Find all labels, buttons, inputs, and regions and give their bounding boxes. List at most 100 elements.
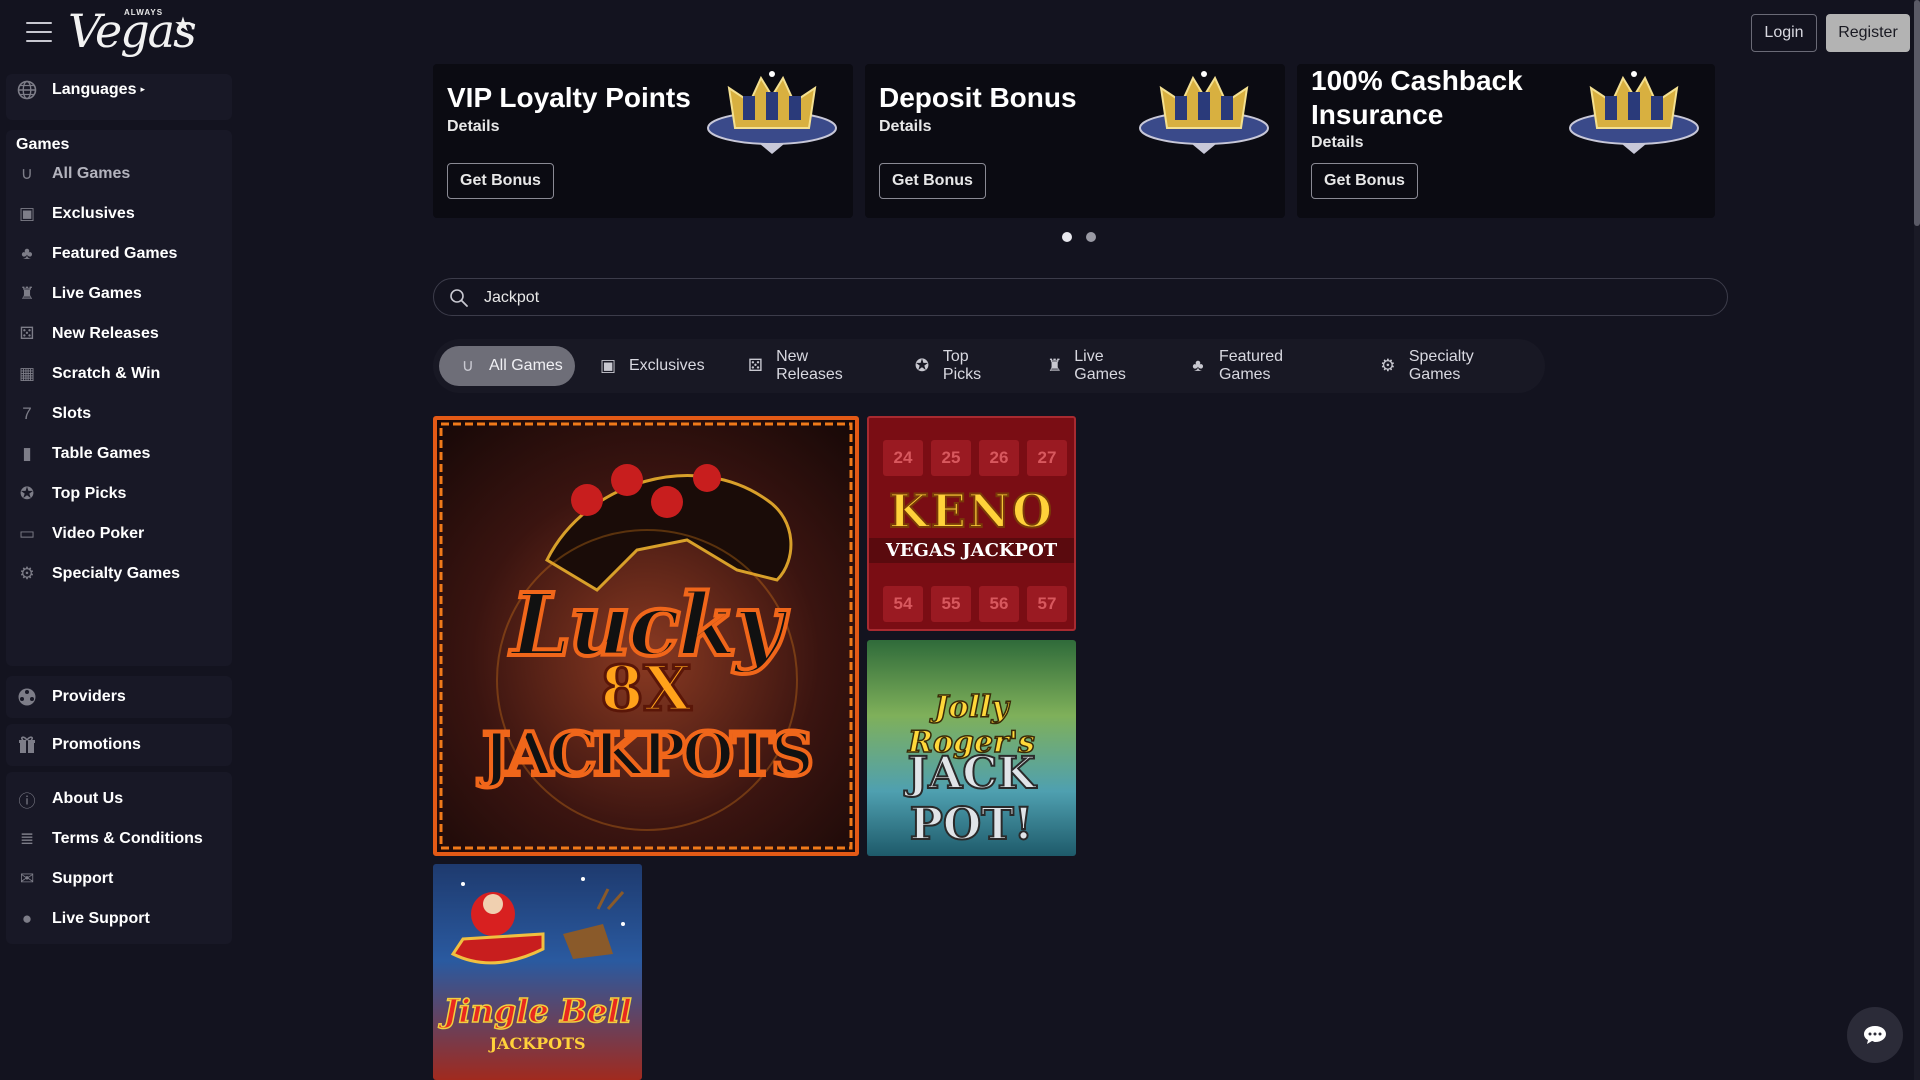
sidebar-item-label: Table Games (52, 445, 151, 462)
sidebar-item-live-games[interactable]: ♜ Live Games (10, 274, 226, 314)
exclusive-icon: ▣ (599, 356, 617, 375)
sidebar-item-slots[interactable]: 7 Slots (10, 394, 226, 434)
chat-bubble-icon (1864, 1026, 1886, 1044)
seven-icon: 7 (22, 404, 32, 423)
star-icon: ★ (174, 14, 192, 36)
tab-featured-games[interactable]: ♣ Featured Games (1169, 346, 1339, 386)
game-subtitle: VEGAS JACKPOT (869, 538, 1074, 563)
dealer-icon: ♜ (19, 284, 35, 303)
menu-icon[interactable] (26, 22, 52, 42)
tab-top-picks[interactable]: ✪ Top Picks (893, 346, 1011, 386)
sidebar-item-label: New Releases (52, 325, 159, 342)
sidebar-item-label: Support (52, 870, 114, 887)
tab-label: Featured Games (1218, 348, 1284, 383)
get-bonus-button[interactable]: Get Bonus (1311, 163, 1418, 199)
game-title: JACKPOTS (480, 718, 816, 792)
horseshoe-icon: ∪ (461, 356, 475, 375)
languages-menu[interactable]: Languages ▸ (10, 70, 226, 110)
sidebar-item-scratch-win[interactable]: ▦ Scratch & Win (10, 354, 226, 394)
sidebar-item-new-releases[interactable]: ⚄ New Releases (10, 314, 226, 354)
sidebar-item-label: Video Poker (52, 525, 145, 542)
promo-card: 100% Cashback Insurance Details Get Bonus (1297, 64, 1715, 218)
tab-new-releases[interactable]: ⚄ New Releases (727, 346, 875, 386)
ribbon-icon: ✪ (914, 356, 930, 375)
dice-icon: ⚄ (19, 324, 35, 343)
register-button[interactable]: Register (1826, 14, 1910, 52)
sidebar-item-label: Live Support (52, 910, 150, 927)
sidebar-item-video-poker[interactable]: ▭ Video Poker (10, 514, 226, 554)
gear-icon: ⚙ (19, 564, 35, 583)
promo-details-link[interactable]: Details (879, 118, 931, 136)
sidebar-item-top-picks[interactable]: ✪ Top Picks (10, 474, 226, 514)
login-button[interactable]: Login (1751, 14, 1817, 52)
get-bonus-button[interactable]: Get Bonus (879, 163, 986, 199)
game-title: Jingle Bell (443, 991, 633, 1031)
carousel-dot[interactable] (1086, 232, 1096, 242)
keno-number: 55 (931, 586, 971, 622)
exclusive-icon: ▣ (18, 204, 36, 223)
promo-details-link[interactable]: Details (447, 118, 499, 136)
languages-label: Languages (52, 81, 137, 98)
sidebar-item-support[interactable]: ✉ Support (10, 859, 226, 899)
sidebar-item-label: Scratch & Win (52, 365, 161, 382)
game-tile-jingle-bell-jackpots[interactable]: Jingle Bell JACKPOTS (433, 864, 642, 1080)
sidebar-item-label: Slots (52, 405, 92, 422)
sidebar-item-specialty-games[interactable]: ⚙ Specialty Games (10, 554, 226, 594)
sidebar-item-label: Specialty Games (52, 565, 181, 582)
promo-card: VIP Loyalty Points Details Get Bonus (433, 64, 853, 218)
document-icon: ≣ (19, 829, 35, 848)
scrollbar-thumb[interactable] (1914, 0, 1920, 226)
crown-icon (1569, 71, 1699, 154)
logo[interactable]: ALWAYS Vegas ★ (68, 2, 198, 64)
promo-details-link[interactable]: Details (1311, 134, 1363, 152)
carousel-dot[interactable] (1062, 232, 1072, 242)
sidebar-item-about-us[interactable]: ⓘ About Us (10, 779, 226, 819)
game-tile-keno-vegas-jackpot[interactable]: 24 25 26 27 54 55 56 57 KENO VEGAS JACKPOT (867, 416, 1076, 631)
crown-icon (1139, 71, 1269, 154)
keno-number: 27 (1027, 440, 1067, 476)
live-chat-button[interactable] (1847, 1007, 1903, 1063)
providers-icon (16, 686, 38, 708)
tab-live-games[interactable]: ♜ Live Games (1027, 346, 1149, 386)
get-bonus-button[interactable]: Get Bonus (447, 163, 554, 199)
gift-icon (16, 734, 38, 756)
scratch-icon: ▦ (18, 364, 36, 383)
tab-label: New Releases (776, 348, 843, 383)
tab-label: Live Games (1074, 348, 1126, 383)
globe-icon (16, 79, 38, 101)
sidebar-item-terms-conditions[interactable]: ≣ Terms & Conditions (10, 819, 226, 859)
carousel-dots (1062, 232, 1096, 242)
caret-right-icon: ▸ (140, 84, 145, 95)
sidebar-item-label: Featured Games (52, 245, 178, 262)
sidebar-item-table-games[interactable]: ▮ Table Games (10, 434, 226, 474)
keno-number: 54 (883, 586, 923, 622)
promo-title: Deposit Bonus (879, 82, 1077, 113)
sidebar-item-promotions[interactable]: Promotions (10, 725, 226, 765)
sidebar-item-label: All Games (52, 165, 131, 182)
game-subtitle: JACK POT! (906, 747, 1036, 851)
card-icon: ▮ (22, 444, 32, 463)
sidebar-item-exclusives[interactable]: ▣ Exclusives (10, 194, 226, 234)
envelope-icon: ✉ (19, 869, 35, 888)
tab-label: Specialty Games (1408, 348, 1474, 383)
tab-specialty-games[interactable]: ⚙ Specialty Games (1359, 346, 1529, 386)
tab-all-games[interactable]: ∪ All Games (439, 346, 575, 386)
chat-bubble-icon: ● (21, 909, 33, 928)
game-tile-jolly-rogers-jackpot[interactable]: Jolly Roger's JACK POT! (867, 640, 1076, 856)
santa-sleigh-art (450, 877, 625, 965)
game-tile-lucky-8x-jackpots[interactable]: Lucky 8X JACKPOTS (433, 416, 859, 856)
search-icon (450, 289, 468, 307)
games-heading: Games (16, 136, 70, 153)
sidebar-item-live-support[interactable]: ● Live Support (10, 899, 226, 939)
sidebar-item-all-games[interactable]: ∪ All Games (10, 154, 226, 194)
tab-label: Exclusives (629, 357, 705, 374)
search-input[interactable] (484, 285, 1684, 311)
tab-exclusives[interactable]: ▣ Exclusives (579, 346, 709, 386)
keno-number: 26 (979, 440, 1019, 476)
sidebar-item-providers[interactable]: Providers (10, 677, 226, 717)
keno-number: 57 (1027, 586, 1067, 622)
sidebar-item-label: Top Picks (52, 485, 127, 502)
search-bar (433, 278, 1728, 316)
sidebar-item-featured-games[interactable]: ♣ Featured Games (10, 234, 226, 274)
top-bar: ALWAYS Vegas ★ Login Register (0, 0, 1920, 64)
